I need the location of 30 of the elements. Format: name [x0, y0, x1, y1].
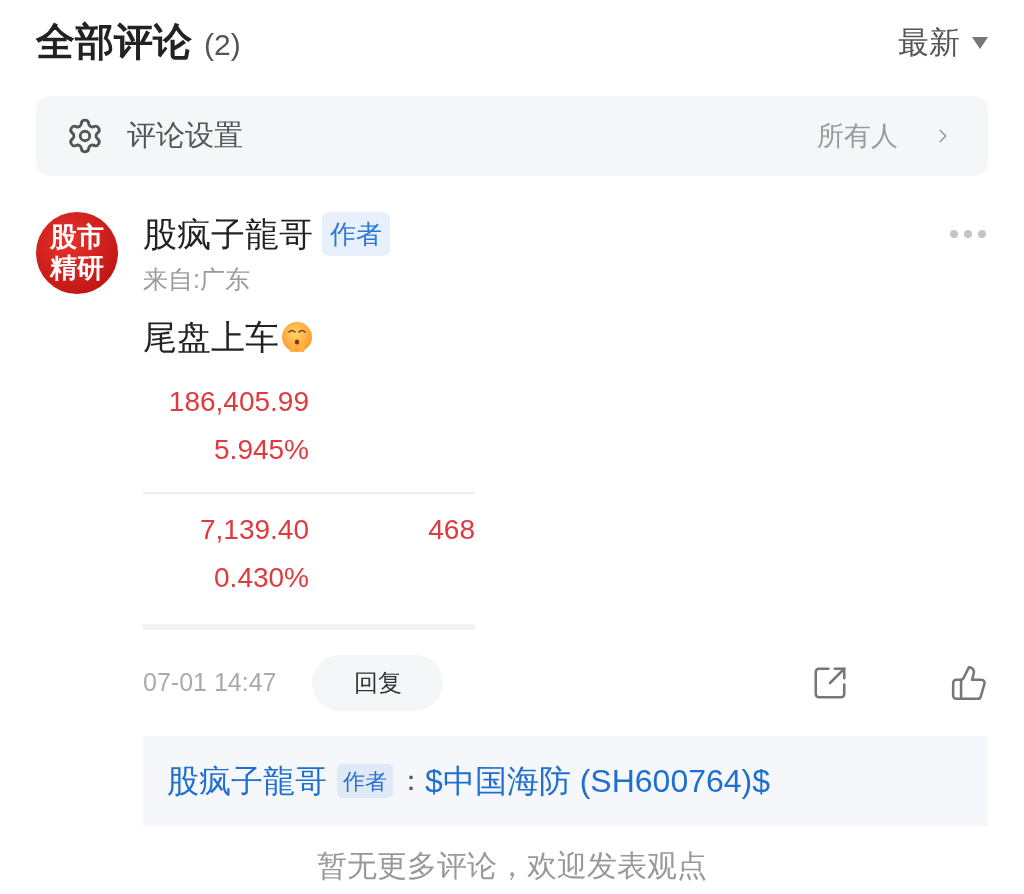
reply-button[interactable]: 回复 — [312, 655, 444, 711]
quote-author-badge: 作者 — [337, 764, 393, 798]
stock-card[interactable]: 186,405.99 5.945% 7,139.40 0.430% 468 — [143, 366, 475, 630]
no-more-comments-note: 暂无更多评论，欢迎发表观点 — [317, 848, 707, 884]
sort-dropdown[interactable]: 最新 — [898, 21, 988, 65]
avatar-text: 精研 — [50, 253, 104, 284]
comment-count: (2) — [204, 26, 241, 63]
author-location: 来自:广东 — [143, 264, 250, 295]
settings-icon — [66, 117, 104, 155]
thumbs-up-icon[interactable] — [950, 664, 988, 702]
comment-text: 尾盘上车 — [143, 317, 279, 358]
settings-value: 所有人 — [817, 119, 898, 153]
avatar-text: 股市 — [50, 222, 104, 253]
stock-change: 5.945% — [214, 433, 309, 467]
author-badge: 作者 — [322, 212, 390, 256]
quote-separator: ： — [397, 764, 425, 798]
comment-settings-bar[interactable]: 评论设置 所有人 — [36, 96, 988, 176]
dropdown-triangle-icon — [972, 37, 988, 49]
stock-price: 7,139.40 — [200, 513, 309, 547]
stock-price: 186,405.99 — [168, 385, 309, 419]
stock-price: 468 — [428, 513, 475, 547]
quote-author[interactable]: 股疯子龍哥 — [167, 757, 327, 805]
stock-link[interactable]: $中国海防 (SH600764)$ — [425, 757, 771, 805]
stock-change: 0.430% — [214, 561, 309, 595]
share-icon[interactable] — [811, 664, 849, 702]
comments-title: 全部评论 — [36, 18, 192, 65]
settings-label: 评论设置 — [127, 118, 243, 154]
comment-time: 07-01 14:47 — [143, 667, 277, 699]
smiley-face-icon — [281, 321, 313, 353]
author-name[interactable]: 股疯子龍哥 — [143, 212, 313, 256]
